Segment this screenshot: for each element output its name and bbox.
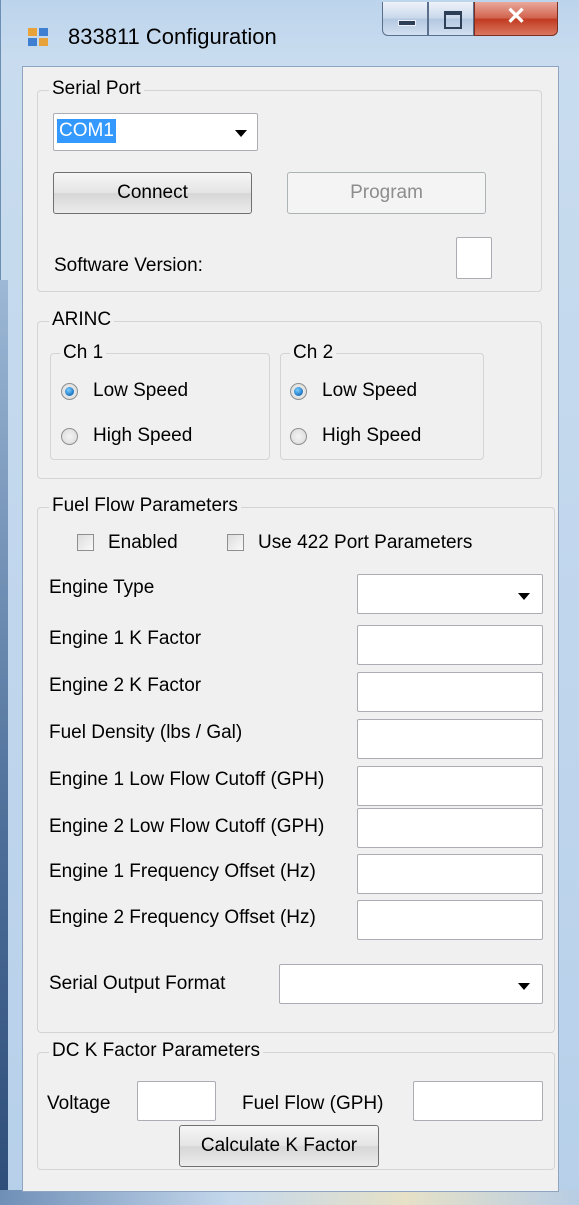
fuel-density-label: Fuel Density (lbs / Gal) — [49, 722, 243, 743]
engine2-cutoff-label: Engine 2 Low Flow Cutoff (GPH) — [49, 816, 325, 837]
minimize-button[interactable] — [382, 2, 428, 36]
engine-type-label: Engine Type — [49, 577, 155, 598]
dc-k-factor-legend: DC K Factor Parameters — [49, 1040, 263, 1062]
connect-button[interactable]: Connect — [53, 172, 252, 214]
fuel-flow-legend: Fuel Flow Parameters — [49, 495, 241, 517]
enabled-checkbox[interactable] — [77, 534, 94, 551]
engine-type-select[interactable] — [357, 574, 543, 614]
voltage-label: Voltage — [47, 1093, 111, 1114]
engine2-k-factor-label: Engine 2 K Factor — [49, 675, 202, 696]
taskbar-edge — [0, 1190, 579, 1205]
ch1-legend: Ch 1 — [60, 342, 107, 364]
ch1-low-speed-radio[interactable] — [61, 383, 78, 400]
engine1-cutoff-input[interactable] — [357, 766, 543, 806]
software-version-label: Software Version: — [54, 255, 203, 276]
ch2-high-speed-label: High Speed — [322, 425, 422, 446]
use-422-checkbox[interactable] — [227, 534, 244, 551]
ch2-low-speed-label: Low Speed — [322, 380, 418, 401]
arinc-legend: ARINC — [49, 309, 115, 331]
engine2-freq-offset-input[interactable] — [357, 900, 543, 940]
maximize-icon — [444, 11, 462, 29]
com-port-value: COM1 — [57, 119, 116, 143]
engine1-freq-offset-input[interactable] — [357, 854, 543, 894]
enabled-label: Enabled — [108, 532, 178, 553]
ch2-high-speed-radio[interactable] — [290, 428, 307, 445]
voltage-input[interactable] — [137, 1081, 216, 1121]
chevron-down-icon — [235, 130, 247, 137]
close-icon: ✕ — [506, 3, 527, 30]
ch2-legend: Ch 2 — [290, 342, 337, 364]
fuel-density-input[interactable] — [357, 719, 543, 759]
close-button[interactable]: ✕ — [474, 2, 558, 36]
program-button[interactable]: Program — [287, 172, 486, 214]
ch1-low-speed-label: Low Speed — [93, 380, 189, 401]
fuel-flow-gph-input[interactable] — [413, 1081, 543, 1121]
engine1-cutoff-label: Engine 1 Low Flow Cutoff (GPH) — [49, 769, 325, 790]
background-edge — [0, 280, 8, 1205]
calculate-k-factor-button[interactable]: Calculate K Factor — [179, 1125, 379, 1167]
engine1-k-factor-input[interactable] — [357, 625, 543, 665]
ch2-low-speed-radio[interactable] — [290, 383, 307, 400]
engine2-k-factor-input[interactable] — [357, 672, 543, 712]
engine1-k-factor-label: Engine 1 K Factor — [49, 628, 202, 649]
engine1-freq-offset-label: Engine 1 Frequency Offset (Hz) — [49, 861, 316, 882]
engine2-cutoff-input[interactable] — [357, 808, 543, 848]
chevron-down-icon — [518, 593, 530, 600]
use-422-label: Use 422 Port Parameters — [258, 532, 473, 553]
window-title: 833811 Configuration — [68, 24, 277, 49]
ch1-high-speed-label: High Speed — [93, 425, 193, 446]
chevron-down-icon — [518, 983, 530, 990]
serial-output-format-select[interactable] — [279, 964, 543, 1004]
ch1-high-speed-radio[interactable] — [61, 428, 78, 445]
app-icon — [28, 28, 48, 46]
software-version-field — [456, 237, 492, 279]
minimize-icon — [398, 20, 416, 26]
com-port-select[interactable]: COM1 — [53, 113, 258, 151]
maximize-button[interactable] — [428, 2, 474, 36]
serial-output-format-label: Serial Output Format — [49, 973, 226, 994]
fuel-flow-gph-label: Fuel Flow (GPH) — [242, 1093, 384, 1114]
serial-port-legend: Serial Port — [49, 78, 144, 100]
engine2-freq-offset-label: Engine 2 Frequency Offset (Hz) — [49, 907, 316, 928]
